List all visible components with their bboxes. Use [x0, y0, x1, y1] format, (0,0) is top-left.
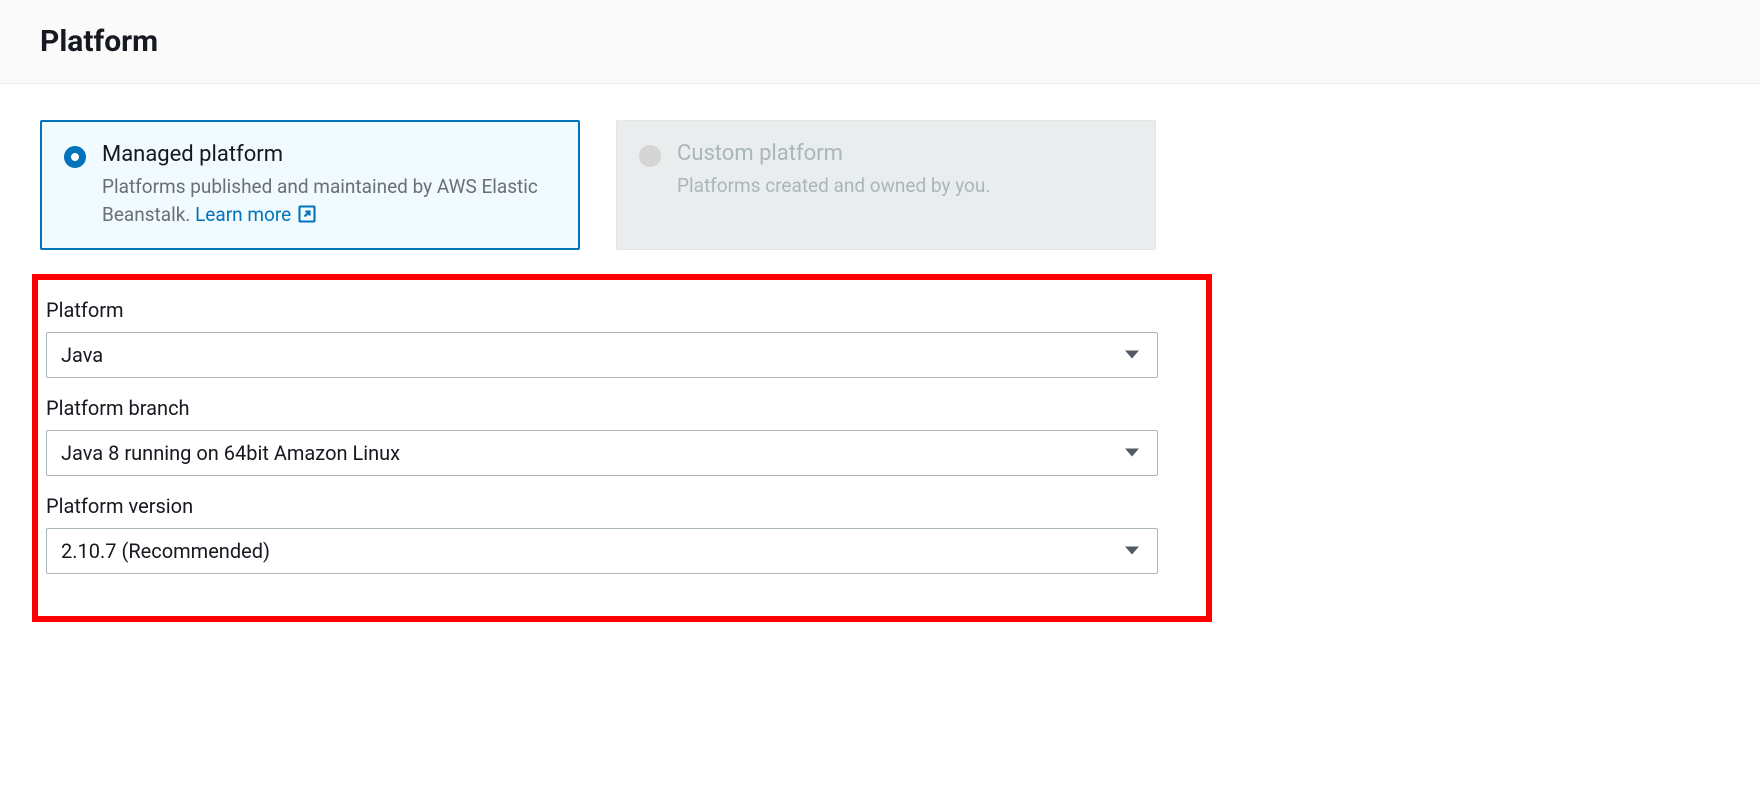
- platform-select-value: Java: [61, 343, 103, 367]
- page-title: Platform: [40, 24, 1720, 59]
- external-link-icon: [297, 204, 317, 224]
- platform-version-select[interactable]: 2.10.7 (Recommended): [46, 528, 1158, 574]
- platform-branch-label: Platform branch: [46, 396, 1198, 420]
- highlighted-form-area: Platform Java Platform branch Java 8 run…: [32, 274, 1212, 622]
- platform-type-tiles: Managed platform Platforms published and…: [40, 120, 1720, 250]
- platform-field-group: Platform Java: [38, 298, 1206, 378]
- platform-branch-select[interactable]: Java 8 running on 64bit Amazon Linux: [46, 430, 1158, 476]
- learn-more-label: Learn more: [195, 201, 291, 229]
- platform-branch-select-value: Java 8 running on 64bit Amazon Linux: [61, 441, 400, 465]
- platform-version-label: Platform version: [46, 494, 1198, 518]
- content-area: Managed platform Platforms published and…: [0, 84, 1760, 658]
- page-header: Platform: [0, 0, 1760, 84]
- platform-select-wrap: Java: [46, 332, 1158, 378]
- custom-platform-title: Custom platform: [677, 141, 1133, 166]
- managed-platform-body: Managed platform Platforms published and…: [102, 142, 556, 228]
- platform-label: Platform: [46, 298, 1198, 322]
- platform-version-select-wrap: 2.10.7 (Recommended): [46, 528, 1158, 574]
- managed-platform-desc: Platforms published and maintained by AW…: [102, 173, 556, 228]
- custom-platform-desc: Platforms created and owned by you.: [677, 172, 1133, 200]
- custom-platform-body: Custom platform Platforms created and ow…: [677, 141, 1133, 200]
- custom-platform-tile: Custom platform Platforms created and ow…: [616, 120, 1156, 250]
- managed-platform-desc-text: Platforms published and maintained by AW…: [102, 175, 538, 226]
- managed-platform-tile[interactable]: Managed platform Platforms published and…: [40, 120, 580, 250]
- platform-branch-field-group: Platform branch Java 8 running on 64bit …: [38, 396, 1206, 476]
- platform-branch-select-wrap: Java 8 running on 64bit Amazon Linux: [46, 430, 1158, 476]
- custom-platform-radio: [639, 145, 661, 167]
- managed-platform-radio[interactable]: [64, 146, 86, 168]
- platform-version-select-value: 2.10.7 (Recommended): [61, 539, 270, 563]
- platform-select[interactable]: Java: [46, 332, 1158, 378]
- managed-platform-title: Managed platform: [102, 142, 556, 167]
- learn-more-link[interactable]: Learn more: [195, 201, 317, 229]
- platform-version-field-group: Platform version 2.10.7 (Recommended): [38, 494, 1206, 574]
